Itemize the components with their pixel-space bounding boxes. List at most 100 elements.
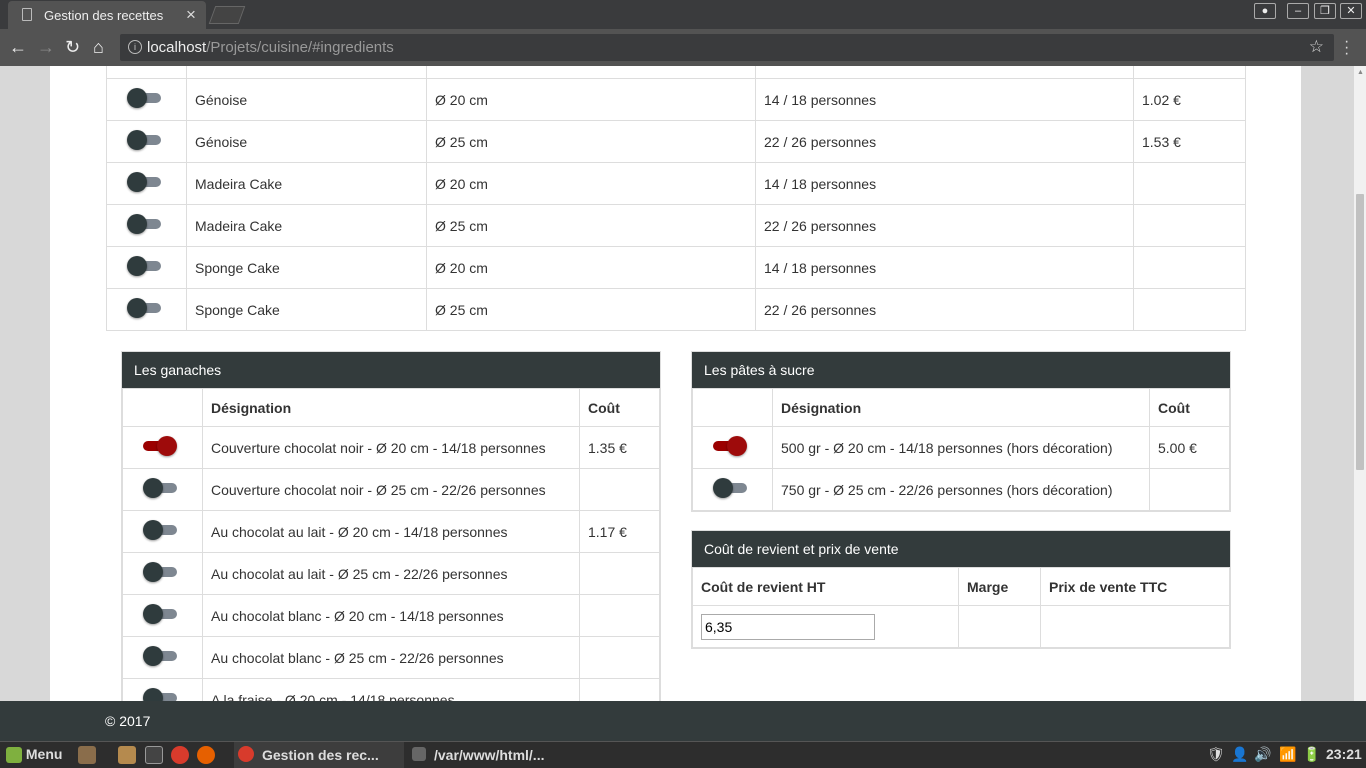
scrollbar-thumb[interactable] [1356,194,1364,470]
cost-cell [579,468,660,511]
size-cell: Ø 25 cm [426,288,756,331]
table-row: Couverture chocolat noir - Ø 25 cm - 22/… [122,468,660,511]
cost-cell [579,678,660,701]
sugar-pastes-panel-title: Les pâtes à sucre [692,352,1230,388]
close-tab-icon[interactable]: × [186,5,196,25]
toggle-switch[interactable] [143,687,177,701]
pricing-table: Coût de revient HT Marge Prix de vente T… [692,567,1230,648]
column-header-cost: Coût [1149,388,1230,427]
name-cell: Génoise [186,120,427,163]
footer-copyright: © 2017 [105,713,151,729]
toggle-cell [122,636,203,679]
bookmark-star-icon[interactable]: ☆ [1309,37,1324,57]
toggle-knob [713,478,733,498]
toggle-switch[interactable] [713,435,747,457]
profile-icon[interactable]: ● [1254,3,1276,19]
size-cell: Ø 25 cm [426,204,756,247]
cost-input[interactable] [701,613,875,640]
clock[interactable]: 23:21 [1326,746,1362,762]
cost-cell [1133,162,1246,205]
page-scrollbar[interactable]: ▲ [1354,66,1366,701]
browser-tab-active[interactable]: Gestion des recettes × [8,1,206,29]
price-cell [1040,605,1230,648]
wifi-icon[interactable]: 📶 [1279,746,1296,763]
cost-cell [579,636,660,679]
forward-arrow-icon[interactable]: → [37,37,55,57]
people-cell: 22 / 26 personnes [755,120,1134,163]
document-icon [22,8,32,21]
menu-label: Menu [25,746,63,762]
toggle-switch[interactable] [127,87,161,109]
toggle-switch[interactable] [127,171,161,193]
shield-icon[interactable]: 🛡 [1207,746,1225,763]
home-icon[interactable]: ⌂ [93,37,104,57]
people-cell: 14 / 18 personnes [755,162,1134,205]
show-desktop-icon[interactable] [78,746,96,765]
toggle-knob [127,172,147,192]
ganaches-table: Désignation Coût Couverture chocolat noi… [122,388,660,701]
browser-menu-icon[interactable]: · · · [1344,34,1350,62]
chrome-icon[interactable] [171,746,189,765]
designation-cell: A la fraise - Ø 20 cm - 14/18 personnes [202,678,580,701]
toggle-knob [157,436,177,456]
reload-icon[interactable]: ↻ [65,37,80,57]
cost-cell: 1.35 € [579,426,660,469]
scroll-up-icon[interactable]: ▲ [1357,69,1364,76]
ganaches-panel: Les ganaches Désignation Coût Couverture… [121,351,661,701]
size-cell: Ø 20 cm [426,78,756,121]
toggle-switch[interactable] [143,561,177,583]
file-manager-icon[interactable] [118,746,136,765]
toggle-cell [122,426,203,469]
toggle-switch[interactable] [127,213,161,235]
designation-cell: Couverture chocolat noir - Ø 25 cm - 22/… [202,468,580,511]
toggle-switch[interactable] [143,435,177,457]
page-viewport: Génoise Ø 20 cm 14 / 18 personnes 1.02 € Gén… [0,66,1354,701]
bases-table: Génoise Ø 20 cm 14 / 18 personnes 1.02 € Gén… [106,66,1246,331]
minimize-button[interactable]: – [1287,3,1309,19]
cost-cell [579,552,660,595]
toggle-knob [143,688,163,701]
new-tab-button[interactable] [208,6,246,24]
task-editor[interactable]: /var/www/html/... [406,742,576,768]
terminal-icon[interactable] [145,746,163,765]
designation-cell: Au chocolat blanc - Ø 25 cm - 22/26 pers… [202,636,580,679]
toggle-knob [143,520,163,540]
volume-icon[interactable]: 🔊 [1254,746,1271,763]
task-browser[interactable]: Gestion des rec... [234,742,404,768]
toggle-knob [127,256,147,276]
address-bar[interactable]: i localhost/Projets/cuisine/#ingredients… [120,34,1334,61]
user-icon[interactable]: 👤 [1231,746,1248,763]
info-icon[interactable]: i [128,40,142,54]
table-row: Au chocolat au lait - Ø 20 cm - 14/18 pe… [122,510,660,553]
firefox-icon[interactable] [197,746,215,765]
toggle-cell [692,468,773,511]
table-row: Madeira Cake Ø 20 cm 14 / 18 personnes [106,162,1246,205]
menu-button[interactable]: Menu [6,746,63,764]
designation-cell: Couverture chocolat noir - Ø 20 cm - 14/… [202,426,580,469]
toggle-switch[interactable] [127,129,161,151]
toggle-knob [727,436,747,456]
page-container: Génoise Ø 20 cm 14 / 18 personnes 1.02 € Gén… [50,66,1301,701]
toggle-switch[interactable] [127,255,161,277]
toggle-cell [106,204,187,247]
table-row: Sponge Cake Ø 20 cm 14 / 18 personnes [106,246,1246,289]
table-row: Couverture chocolat noir - Ø 20 cm - 14/… [122,426,660,469]
table-row: Au chocolat au lait - Ø 25 cm - 22/26 pe… [122,552,660,595]
cost-cell [1149,468,1230,511]
toggle-switch[interactable] [143,519,177,541]
restore-button[interactable]: ❐ [1314,3,1336,19]
back-arrow-icon[interactable]: ← [9,37,27,57]
toggle-switch[interactable] [143,603,177,625]
toggle-switch[interactable] [127,297,161,319]
size-cell: Ø 25 cm [426,120,756,163]
toggle-switch[interactable] [143,477,177,499]
url-text[interactable]: localhost/Projets/cuisine/#ingredients [147,39,394,56]
table-row: 500 gr - Ø 20 cm - 14/18 personnes (hors… [692,426,1230,469]
toggle-knob [127,88,147,108]
battery-icon[interactable]: 🔋 [1303,746,1320,763]
close-window-button[interactable]: ✕ [1340,3,1362,19]
sugar-pastes-panel: Les pâtes à sucre Désignation Coût 500 g… [691,351,1231,512]
toggle-switch[interactable] [713,477,747,499]
toggle-switch[interactable] [143,645,177,667]
name-cell: Madeira Cake [186,204,427,247]
